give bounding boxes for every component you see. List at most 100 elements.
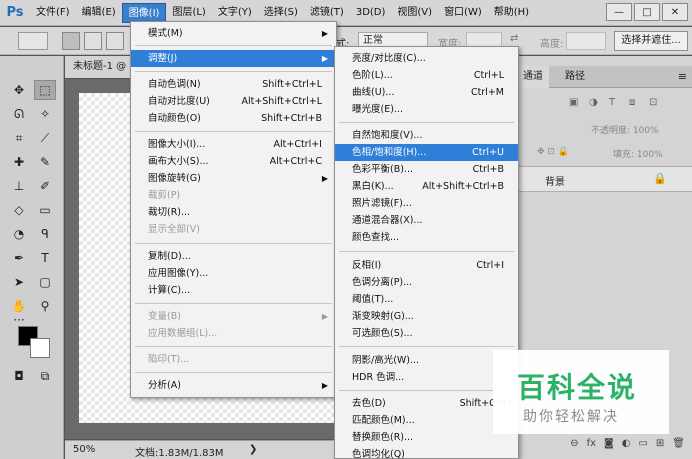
marquee-preset-icon[interactable] [18, 32, 48, 50]
select-and-mask-button[interactable]: 选择并遮住... [614, 31, 688, 51]
tab-channels[interactable]: 通道 [517, 66, 549, 88]
marquee-tool-icon[interactable]: ⬚ [34, 80, 56, 100]
menu-item-canvas-size[interactable]: 画布大小(S)... Alt+Ctrl+C [131, 153, 336, 170]
menu-edit[interactable]: 编辑(E) [76, 3, 122, 23]
subtract-selection-icon[interactable] [106, 32, 124, 50]
filter-type-icon[interactable]: T [609, 97, 615, 108]
type-tool-icon[interactable]: T [34, 248, 56, 268]
menu-item-image-rotation[interactable]: 图像旋转(G) ▶ [131, 170, 336, 187]
filter-adjust-icon[interactable]: ◑ [589, 97, 598, 108]
menu-item-black-white[interactable]: 黑白(K)... Alt+Shift+Ctrl+B [335, 178, 518, 195]
filter-pixel-icon[interactable]: ▣ [569, 97, 578, 108]
more-tools-icon[interactable]: ··· [8, 313, 30, 327]
layer-row-background[interactable]: 背景 🔒 [517, 166, 692, 192]
menu-file[interactable]: 文件(F) [30, 3, 76, 23]
new-selection-icon[interactable] [62, 32, 80, 50]
menu-type[interactable]: 文字(Y) [212, 3, 258, 23]
shape-tool-icon[interactable]: ▢ [34, 272, 56, 292]
eyedropper-icon[interactable]: ⟋ [34, 128, 56, 148]
menu-item-replace-color[interactable]: 替换颜色(R)... [335, 429, 518, 446]
height-input[interactable] [566, 32, 606, 50]
add-selection-icon[interactable] [84, 32, 102, 50]
maximize-button[interactable]: □ [634, 3, 660, 21]
pen-tool-icon[interactable]: ✒ [8, 248, 30, 268]
menu-item-threshold[interactable]: 阈值(T)... [335, 291, 518, 308]
lasso-tool-icon[interactable]: ᘏ [8, 104, 30, 124]
new-group-icon[interactable]: ▭ [638, 438, 647, 449]
blur-tool-icon[interactable]: ◔ [8, 224, 30, 244]
menu-item-desaturate[interactable]: 去色(D) Shift+Ctrl+ [335, 395, 518, 412]
eraser-icon[interactable]: ◇ [8, 200, 30, 220]
menu-item-adjustments[interactable]: 调整(J) ▶ [131, 50, 336, 67]
filter-shape-icon[interactable]: ⧈ [629, 97, 635, 108]
menu-item-brightness-contrast[interactable]: 亮度/对比度(C)... [335, 50, 518, 67]
gradient-tool-icon[interactable]: ▭ [34, 200, 56, 220]
menu-item-color-lookup[interactable]: 颜色查找... [335, 229, 518, 246]
status-menu-arrow-icon[interactable]: ❯ [249, 444, 257, 455]
opacity-label[interactable]: 不透明度: 100% [591, 123, 659, 136]
crop-tool-icon[interactable]: ⌗ [8, 128, 30, 148]
zoom-tool-icon[interactable]: ⚲ [34, 296, 56, 316]
minimize-button[interactable]: — [606, 3, 632, 21]
screen-mode-icon[interactable]: ⧉ [34, 366, 56, 386]
new-layer-icon[interactable]: ⊞ [656, 438, 664, 449]
swap-dimensions-icon[interactable]: ⇄ [510, 33, 518, 44]
brush-tool-icon[interactable]: ✎ [34, 152, 56, 172]
menu-filter[interactable]: 滤镜(T) [304, 3, 350, 23]
menu-item-image-size[interactable]: 图像大小(I)... Alt+Ctrl+I [131, 136, 336, 153]
menu-item-duplicate[interactable]: 复制(D)... [131, 248, 336, 265]
menu-item-equalize[interactable]: 色调均化(Q) [335, 446, 518, 459]
menu-item-vibrance[interactable]: 自然饱和度(V)... [335, 127, 518, 144]
quick-mask-icon[interactable]: ◘ [8, 366, 30, 386]
adjustment-layer-icon[interactable]: ◐ [622, 438, 631, 449]
healing-brush-icon[interactable]: ✚ [8, 152, 30, 172]
menu-item-color-balance[interactable]: 色彩平衡(B)... Ctrl+B [335, 161, 518, 178]
menu-item-analysis[interactable]: 分析(A) ▶ [131, 377, 336, 394]
menu-item-curves[interactable]: 曲线(U)... Ctrl+M [335, 84, 518, 101]
panel-menu-icon[interactable]: ≡ [678, 70, 687, 83]
menu-item-selective-color[interactable]: 可选颜色(S)... [335, 325, 518, 342]
add-mask-icon[interactable]: ◙ [604, 438, 614, 449]
menu-view[interactable]: 视图(V) [391, 3, 438, 23]
clone-stamp-icon[interactable]: ⊥ [8, 176, 30, 196]
history-brush-icon[interactable]: ✐ [34, 176, 56, 196]
menu-3d[interactable]: 3D(D) [350, 3, 392, 23]
menu-help[interactable]: 帮助(H) [488, 3, 535, 23]
menu-item-auto-contrast[interactable]: 自动对比度(U) Alt+Shift+Ctrl+L [131, 93, 336, 110]
tab-paths[interactable]: 路径 [559, 66, 591, 88]
magic-wand-icon[interactable]: ✧ [34, 104, 56, 124]
menu-item-shadows-highlights[interactable]: 阴影/高光(W)... [335, 352, 518, 369]
menu-item-mode[interactable]: 模式(M) ▶ [131, 25, 336, 42]
menu-item-gradient-map[interactable]: 渐变映射(G)... [335, 308, 518, 325]
menu-window[interactable]: 窗口(W) [438, 3, 488, 23]
path-select-icon[interactable]: ➤ [8, 272, 30, 292]
menu-item-levels[interactable]: 色阶(L)... Ctrl+L [335, 67, 518, 84]
menu-item-auto-color[interactable]: 自动颜色(O) Shift+Ctrl+B [131, 110, 336, 127]
fill-label[interactable]: 填充: 100% [613, 147, 663, 160]
menu-item-calculations[interactable]: 计算(C)... [131, 282, 336, 299]
close-button[interactable]: ✕ [662, 3, 688, 21]
dodge-tool-icon[interactable]: ᑫ [34, 224, 56, 244]
link-layers-icon[interactable]: ⊖ [570, 438, 578, 449]
menu-item-apply-image[interactable]: 应用图像(Y)... [131, 265, 336, 282]
background-color-swatch[interactable] [30, 338, 50, 358]
menu-item-invert[interactable]: 反相(I) Ctrl+I [335, 257, 518, 274]
menu-image[interactable]: 图像(I) [121, 2, 167, 23]
menu-item-photo-filter[interactable]: 照片滤镜(F)... [335, 195, 518, 212]
menu-select[interactable]: 选择(S) [258, 3, 304, 23]
delete-layer-icon[interactable]: 🗑 [672, 438, 685, 449]
menu-layer[interactable]: 图层(L) [166, 3, 211, 23]
menu-item-exposure[interactable]: 曝光度(E)... [335, 101, 518, 118]
filter-smart-icon[interactable]: ⊡ [649, 97, 657, 108]
menu-item-hdr-toning[interactable]: HDR 色调... [335, 369, 518, 386]
menu-item-match-color[interactable]: 匹配颜色(M)... [335, 412, 518, 429]
menu-item-posterize[interactable]: 色调分离(P)... [335, 274, 518, 291]
move-tool-icon[interactable]: ✥ [8, 80, 30, 100]
zoom-level[interactable]: 50% [73, 444, 95, 455]
menu-item-auto-tone[interactable]: 自动色调(N) Shift+Ctrl+L [131, 76, 336, 93]
menu-item-channel-mixer[interactable]: 通道混合器(X)... [335, 212, 518, 229]
menu-item-trim[interactable]: 裁切(R)... [131, 204, 336, 221]
fx-icon[interactable]: fx [587, 438, 596, 449]
lock-pixels-icon[interactable]: ✥ ⊡ 🔒 [537, 147, 569, 157]
menu-item-hue-saturation[interactable]: 色相/饱和度(H)... Ctrl+U [335, 144, 518, 161]
